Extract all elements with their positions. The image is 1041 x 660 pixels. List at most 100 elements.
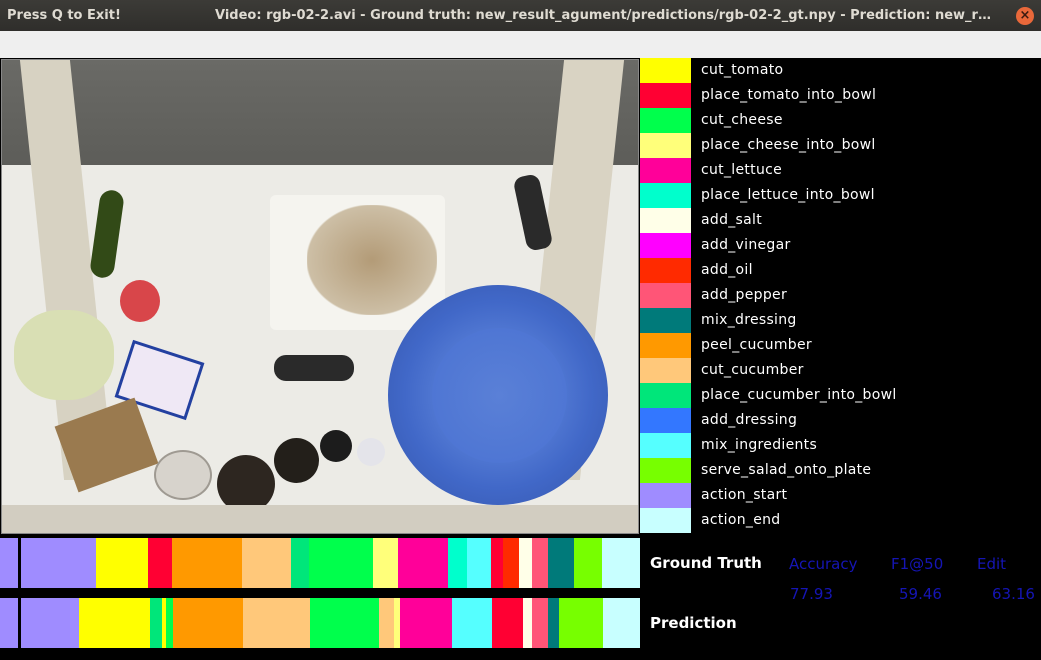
gt-segment-mix-dressing (548, 538, 574, 588)
legend-swatch (640, 333, 691, 358)
peeler (274, 355, 354, 381)
pred-segment-mix-ingredients (452, 598, 492, 648)
legend-label: add_oil (701, 262, 753, 278)
prediction-label: Prediction (650, 614, 737, 632)
legend-item-mix-ingredients: mix_ingredients (640, 433, 1041, 458)
gt-segment-add-pepper (532, 538, 548, 588)
legend-label: action_start (701, 487, 788, 503)
gt-segment-peel-cucumber (172, 538, 242, 588)
lettuce (14, 310, 114, 400)
legend-item-cut-cucumber: cut_cucumber (640, 358, 1041, 383)
legend-item-mix-dressing: mix_dressing (640, 308, 1041, 333)
legend-label: place_lettuce_into_bowl (701, 187, 875, 203)
legend-swatch (640, 58, 691, 83)
legend-label: cut_tomato (701, 62, 784, 78)
prediction-bar (0, 598, 640, 648)
f1-value: 59.46 (899, 585, 942, 603)
legend-swatch (640, 358, 691, 383)
gt-segment-serve-salad-onto-plate (574, 538, 602, 588)
legend-label: place_cheese_into_bowl (701, 137, 876, 153)
legend-swatch (640, 183, 691, 208)
legend-swatch (640, 233, 691, 258)
pred-segment-add-pepper (532, 598, 548, 648)
legend-swatch (640, 433, 691, 458)
salt-shaker (357, 438, 385, 466)
legend-item-add-pepper: add_pepper (640, 283, 1041, 308)
legend-label: place_cucumber_into_bowl (701, 387, 897, 403)
ground-truth-bar (0, 538, 640, 588)
legend-label: peel_cucumber (701, 337, 812, 353)
legend-swatch (640, 108, 691, 133)
pred-segment-cut-cucumber (243, 598, 310, 648)
gt-segment-action-start (0, 538, 96, 588)
close-icon[interactable]: × (1016, 7, 1034, 25)
pred-segment-action-end (603, 598, 640, 648)
legend-label: cut_cheese (701, 112, 783, 128)
pred-segment-cut-tomato (79, 598, 150, 648)
gt-segment-place-cucumber-into-bowl (291, 538, 309, 588)
legend-label: mix_dressing (701, 312, 797, 328)
legend-label: place_tomato_into_bowl (701, 87, 877, 103)
legend-swatch (640, 258, 691, 283)
window-toolbar-strip (0, 31, 1041, 58)
bottle-vinegar (274, 438, 319, 483)
legend-label: cut_lettuce (701, 162, 783, 178)
legend-swatch (640, 308, 691, 333)
bottle-pepper (320, 430, 352, 462)
legend-swatch (640, 83, 691, 108)
legend-swatch (640, 483, 691, 508)
pred-segment-cut-cheese (166, 598, 173, 648)
video-floor (2, 60, 638, 180)
edit-value: 63.16 (992, 585, 1035, 603)
gt-segment-add-salt (519, 538, 532, 588)
legend-swatch (640, 283, 691, 308)
legend-swatch (640, 158, 691, 183)
legend-item-action-end: action_end (640, 508, 1041, 533)
pred-segment-serve-salad-onto-plate (559, 598, 603, 648)
legend-item-add-salt: add_salt (640, 208, 1041, 233)
window-title: Video: rgb-02-2.avi - Ground truth: new_… (215, 8, 999, 23)
pred-segment-place-tomato-into-bowl (492, 598, 523, 648)
video-bottom-edge (2, 505, 638, 533)
gt-segment-place-cheese-into-bowl (373, 538, 398, 588)
legend-item-place-cucumber-into-bowl: place_cucumber_into_bowl (640, 383, 1041, 408)
pred-segment-cut-lettuce (400, 598, 452, 648)
pred-segment-add-salt (523, 598, 532, 648)
legend-swatch (640, 133, 691, 158)
video-frame (1, 59, 639, 534)
tomato (120, 280, 160, 322)
legend-swatch (640, 408, 691, 433)
visualization-canvas: cut_tomato place_tomato_into_bowl cut_chee… (0, 58, 1041, 660)
gt-segment-add-oil (503, 538, 519, 588)
legend-item-place-tomato-into-bowl: place_tomato_into_bowl (640, 83, 1041, 108)
legend-swatch (640, 208, 691, 233)
board-stain (307, 205, 437, 315)
gt-segment-place-tomato-into-bowl (148, 538, 172, 588)
f1-header: F1@50 (891, 555, 944, 573)
accuracy-value: 77.93 (790, 585, 833, 603)
gt-segment-cut-lettuce (398, 538, 448, 588)
accuracy-header: Accuracy (789, 555, 858, 573)
window-title-bar: Press Q to Exit! Video: rgb-02-2.avi - G… (0, 0, 1041, 31)
legend-label: mix_ingredients (701, 437, 818, 453)
gt-segment-action-end (602, 538, 640, 588)
pred-segment-cut-cheese (310, 598, 379, 648)
pred-segment-place-cucumber-into-bowl (150, 598, 162, 648)
pred-segment-mix-dressing (548, 598, 559, 648)
legend-item-add-dressing: add_dressing (640, 408, 1041, 433)
gt-segment-cut-cucumber (242, 538, 291, 588)
legend-label: serve_salad_onto_plate (701, 462, 872, 478)
gt-segment-mix-ingredients (467, 538, 491, 588)
legend-label: add_vinegar (701, 237, 791, 253)
exit-hint: Press Q to Exit! (7, 8, 121, 23)
legend-label: add_pepper (701, 287, 787, 303)
legend-item-cut-cheese: cut_cheese (640, 108, 1041, 133)
gt-segment-place-tomato-into-bowl (491, 538, 503, 588)
glass (154, 450, 212, 500)
legend-swatch (640, 508, 691, 533)
pred-segment-action-start (0, 598, 79, 648)
legend-label: cut_cucumber (701, 362, 804, 378)
legend-label: add_dressing (701, 412, 798, 428)
legend-item-add-oil: add_oil (640, 258, 1041, 283)
playhead-cursor[interactable] (18, 534, 21, 660)
